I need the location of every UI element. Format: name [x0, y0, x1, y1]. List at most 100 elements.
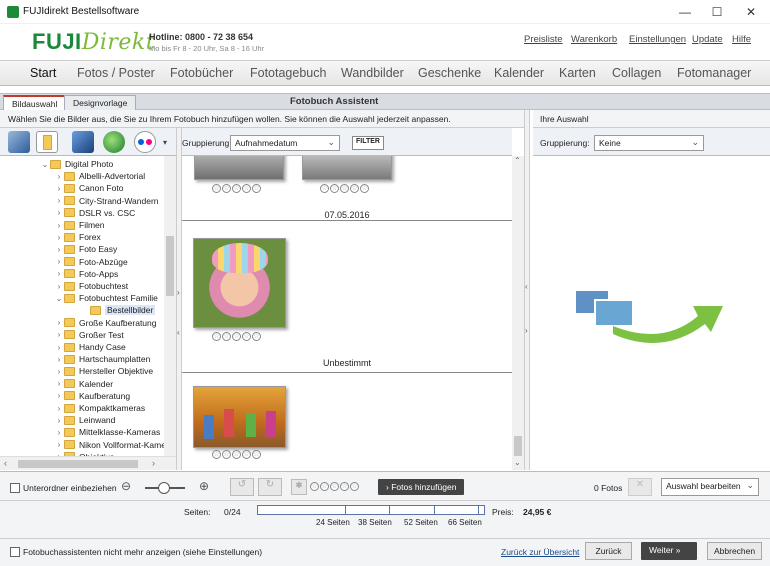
tree-item[interactable]: › Fotobuchtest	[54, 280, 128, 292]
chevron-right-icon[interactable]: ›	[54, 404, 64, 413]
edit-selection-dropdown[interactable]: Auswahl bearbeiten ⌄	[661, 478, 759, 496]
nav-kalender[interactable]: Kalender	[494, 66, 544, 80]
nav-karten[interactable]: Karten	[559, 66, 596, 80]
tree-item[interactable]: › Foto Easy	[54, 243, 118, 255]
tree-item[interactable]: › Mittelklasse-Kameras	[54, 426, 161, 438]
link-einstellungen[interactable]: Einstellungen	[629, 34, 686, 45]
rating-stars[interactable]: ☆ ☆ ☆ ☆ ☆	[212, 184, 261, 193]
tree-item[interactable]: ⌄ Digital Photo	[40, 158, 114, 170]
tree-item[interactable]: › Hartschaumplatten	[54, 353, 151, 365]
back-button[interactable]: Zurück	[585, 542, 632, 560]
rating-stars[interactable]: ☆ ☆ ☆ ☆ ☆	[320, 184, 369, 193]
link-preisliste[interactable]: Preisliste	[524, 34, 563, 45]
tree-item[interactable]: › Canon Foto	[54, 182, 124, 194]
nav-fotomanager[interactable]: Fotomanager	[677, 66, 751, 80]
chevron-right-icon[interactable]: ›	[54, 355, 64, 364]
tree-item[interactable]: › Leinwand	[54, 414, 116, 426]
close-window-button[interactable]: ✕	[734, 0, 768, 24]
add-photos-button[interactable]: › Fotos hinzufügen	[378, 479, 465, 495]
folder-pictures-icon[interactable]	[36, 131, 58, 153]
chevron-right-icon[interactable]: ›	[54, 172, 64, 181]
chevron-right-icon[interactable]: ›	[54, 318, 64, 327]
chevron-right-icon[interactable]: ›	[54, 416, 64, 425]
right-splitter[interactable]: ‹ ›	[524, 110, 530, 470]
tree-item[interactable]: › Große Kaufberatung	[54, 317, 157, 329]
selection-drop-area[interactable]	[533, 156, 770, 470]
tree-horizontal-scrollbar[interactable]: ‹ ›	[0, 456, 176, 470]
photo-thumbnail[interactable]	[302, 156, 392, 180]
chevron-right-icon[interactable]: ›	[54, 257, 64, 266]
tab-designvorlage[interactable]: Designvorlage	[64, 95, 137, 110]
tree-item[interactable]: ⌄ Fotobuchtest Familie	[54, 292, 158, 304]
chevron-right-icon[interactable]: ›	[54, 233, 64, 242]
filter-button[interactable]: FILTER	[352, 136, 384, 150]
tree-item[interactable]: › Filmen	[54, 219, 105, 231]
more-sources-arrow-icon[interactable]: ▾	[163, 138, 167, 147]
photo-thumbnail-girl-hat[interactable]	[193, 238, 286, 328]
link-hilfe[interactable]: Hilfe	[732, 34, 751, 45]
chevron-right-icon[interactable]: ›	[54, 184, 64, 193]
fujidirekt-logo[interactable]: FUJIDirekt	[32, 29, 155, 55]
tree-item[interactable]: › Foto-Abzüge	[54, 256, 128, 268]
grid-vertical-scrollbar[interactable]: ⌃ ⌄	[512, 156, 524, 470]
computer-icon[interactable]	[8, 131, 30, 153]
tab-bildauswahl[interactable]: Bildauswahl	[3, 95, 67, 110]
chevron-right-icon[interactable]: ›	[54, 428, 64, 437]
zoom-in-icon[interactable]: ⊕	[199, 479, 209, 493]
zoom-slider-handle[interactable]	[158, 482, 170, 494]
chevron-down-icon[interactable]: ⌄	[40, 160, 50, 169]
nav-collagen[interactable]: Collagen	[612, 66, 661, 80]
chevron-right-icon[interactable]: ›	[54, 282, 64, 291]
flickr-icon[interactable]	[134, 131, 156, 153]
media-library-icon[interactable]	[72, 131, 94, 153]
dont-show-assistant-checkbox[interactable]	[10, 547, 20, 557]
chevron-right-icon[interactable]: ›	[54, 330, 64, 339]
tree-item[interactable]: › Foto-Apps	[54, 268, 119, 280]
chevron-right-icon[interactable]: ›	[54, 391, 64, 400]
tree-item[interactable]: › City-Strand-Wandern	[54, 195, 159, 207]
left-grouping-select[interactable]: Aufnahmedatum ⌄	[230, 135, 340, 151]
maximize-button[interactable]: ☐	[700, 0, 734, 24]
link-update[interactable]: Update	[692, 34, 723, 45]
tree-item[interactable]: › Nikon Vollformat-Kame	[54, 439, 166, 451]
chevron-right-icon[interactable]: ›	[54, 379, 64, 388]
rotate-left-icon[interactable]: ↺	[230, 478, 254, 496]
nav-fotos-poster[interactable]: Fotos / Poster	[77, 66, 155, 80]
remove-photo-icon[interactable]: ✕	[628, 478, 652, 496]
chevron-right-icon[interactable]: ›	[54, 269, 64, 278]
zoom-out-icon[interactable]: ⊖	[121, 479, 131, 493]
tree-item[interactable]: › Handy Case	[54, 341, 126, 353]
tree-item[interactable]: Bestellbilder	[80, 304, 156, 316]
back-to-overview-link[interactable]: Zurück zur Übersicht	[501, 547, 579, 557]
rating-filter-icon[interactable]: ✱	[291, 479, 307, 495]
chevron-right-icon[interactable]: ›	[54, 367, 64, 376]
tree-item[interactable]: › Albelli-Advertorial	[54, 170, 145, 182]
tree-item[interactable]: › Kompaktkameras	[54, 402, 145, 414]
include-subfolders-checkbox[interactable]	[10, 483, 20, 493]
nav-wandbilder[interactable]: Wandbilder	[341, 66, 404, 80]
right-grouping-select[interactable]: Keine ⌄	[594, 135, 704, 151]
link-warenkorb[interactable]: Warenkorb	[571, 34, 617, 45]
photo-thumbnail[interactable]	[194, 156, 284, 180]
tree-item[interactable]: › Kalender	[54, 378, 113, 390]
tree-item[interactable]: › Großer Test	[54, 329, 124, 341]
chevron-right-icon[interactable]: ›	[54, 343, 64, 352]
internet-icon[interactable]	[103, 131, 125, 153]
chevron-right-icon[interactable]: ›	[54, 440, 64, 449]
tree-item[interactable]: › DSLR vs. CSC	[54, 207, 136, 219]
chevron-right-icon[interactable]: ›	[54, 221, 64, 230]
rotate-right-icon[interactable]: ↻	[258, 478, 282, 496]
nav-fotobuecher[interactable]: Fotobücher	[170, 66, 233, 80]
tree-item[interactable]: › Forex	[54, 231, 101, 243]
rating-stars[interactable]: ☆ ☆ ☆ ☆ ☆	[212, 450, 261, 459]
nav-geschenke[interactable]: Geschenke	[418, 66, 481, 80]
nav-start[interactable]: Start	[30, 66, 56, 80]
tree-vertical-scrollbar[interactable]	[164, 156, 176, 456]
minimize-button[interactable]: —	[668, 0, 702, 24]
tree-item[interactable]: › Hersteller Objektive	[54, 365, 154, 377]
rating-filter-stars[interactable]: ☆ ☆ ☆ ☆ ☆	[310, 482, 359, 491]
tree-item[interactable]: › Kaufberatung	[54, 390, 130, 402]
cancel-button[interactable]: Abbrechen	[707, 542, 762, 560]
next-button[interactable]: Weiter »	[641, 542, 697, 560]
chevron-right-icon[interactable]: ›	[54, 245, 64, 254]
